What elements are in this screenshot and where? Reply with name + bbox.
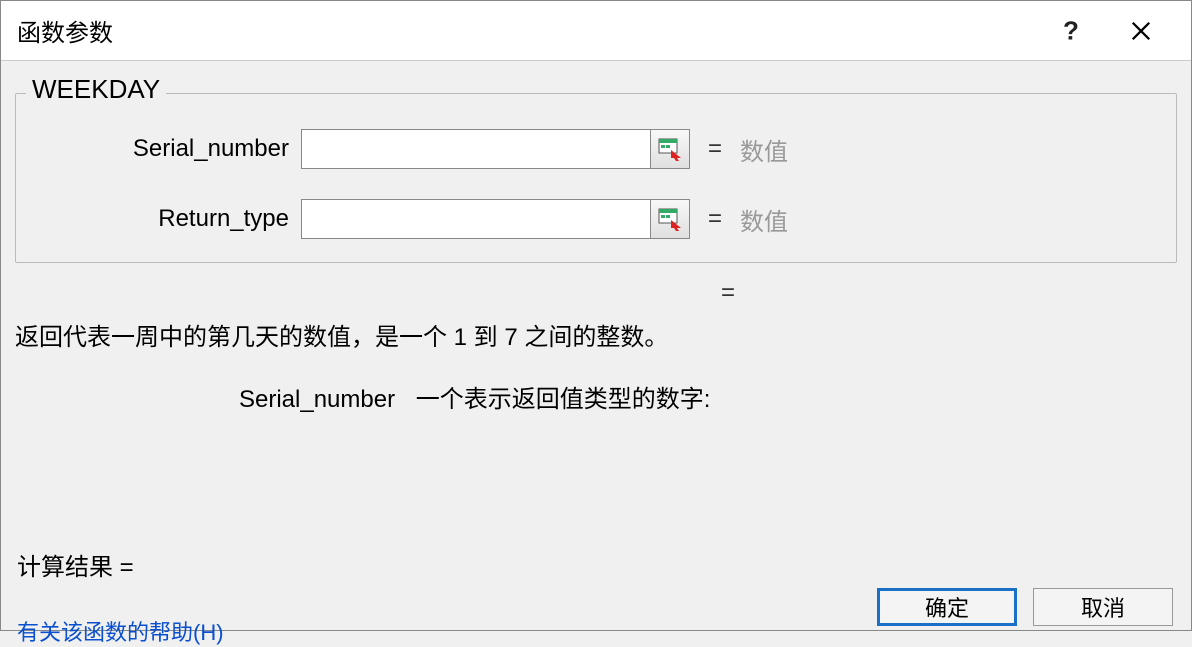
collapse-dialog-button[interactable] (650, 199, 690, 239)
param-label: Return_type (16, 205, 301, 233)
dialog-title: 函数参数 (17, 13, 113, 48)
param-label: Serial_number (16, 135, 301, 163)
serial-number-input[interactable] (301, 129, 651, 169)
param-input-wrap (301, 199, 690, 239)
current-param-name: Serial_number (239, 386, 395, 414)
param-row-return-type: Return_type = 数值 (16, 194, 1176, 244)
function-group: WEEKDAY Serial_number = 数值 Retu (15, 93, 1177, 263)
function-name-legend: WEEKDAY (26, 74, 166, 105)
current-param-help-text: 一个表示返回值类型的数字: (416, 386, 711, 413)
help-icon[interactable]: ? (1051, 15, 1091, 46)
param-row-serial-number: Serial_number = 数值 (16, 124, 1176, 174)
function-arguments-dialog: 函数参数 ? WEEKDAY Serial_number (0, 0, 1192, 631)
close-icon[interactable] (1121, 11, 1161, 51)
ok-button[interactable]: 确定 (877, 588, 1017, 626)
function-result-equals: = (721, 279, 735, 307)
equals-sign: = (690, 135, 740, 163)
button-bar: 确定 取消 (877, 588, 1173, 626)
calc-result-label: 计算结果 = (17, 547, 134, 582)
current-param-help: Serial_number 一个表示返回值类型的数字: (239, 379, 710, 414)
function-help-link[interactable]: 有关该函数的帮助(H) (17, 615, 224, 647)
param-input-wrap (301, 129, 690, 169)
equals-sign: = (690, 205, 740, 233)
collapse-dialog-button[interactable] (650, 129, 690, 169)
param-result-hint: 数值 (740, 132, 788, 167)
return-type-input[interactable] (301, 199, 651, 239)
param-result-hint: 数值 (740, 202, 788, 237)
titlebar: 函数参数 ? (1, 1, 1191, 61)
function-description: 返回代表一周中的第几天的数值，是一个 1 到 7 之间的整数。 (15, 317, 668, 352)
cancel-button[interactable]: 取消 (1033, 588, 1173, 626)
